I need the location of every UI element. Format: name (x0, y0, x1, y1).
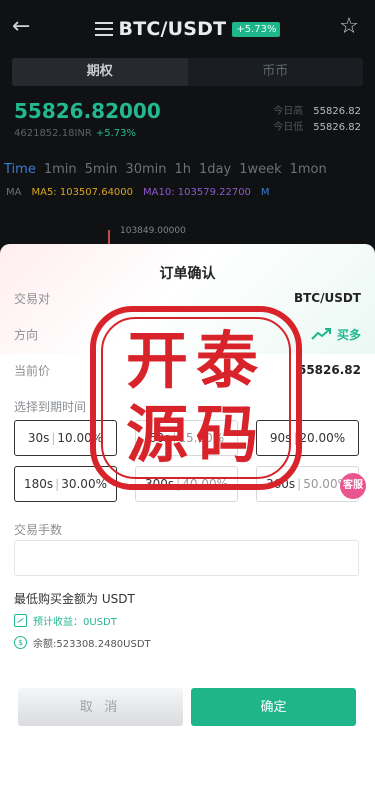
quantity-input[interactable] (14, 540, 359, 576)
option-separator: | (297, 477, 302, 491)
star-outline-icon[interactable]: ☆ (337, 15, 361, 39)
option-rate: 30.00% (61, 477, 107, 491)
expiry-label: 选择到期时间 (14, 400, 87, 414)
price-label: 当前价 (14, 363, 51, 378)
timeframe-1min[interactable]: 1min (44, 162, 77, 177)
estimated-profit-text: 预计收益：0USDT (33, 617, 117, 628)
timeframe-bar: Time 1min 5min 30min 1h 1day 1week 1mon (4, 162, 327, 177)
confirm-button[interactable]: 确定 (191, 688, 356, 726)
ma10-value: MA10: 103579.22700 (143, 187, 251, 198)
estimated-profit: 预计收益：0USDT (14, 613, 117, 628)
indicator-bar: MA MA5: 103507.64000 MA10: 103579.22700 … (6, 187, 270, 198)
ma5-value: MA5: 103507.64000 (31, 187, 134, 198)
direction-text: 买多 (336, 327, 361, 342)
coin-icon: $ (14, 636, 27, 649)
low-label: 今日低 (273, 122, 304, 133)
list-icon (94, 22, 113, 36)
quantity-label: 交易手数 (14, 523, 63, 537)
pair-value: BTC/USDT (293, 291, 361, 305)
tab-spot[interactable]: 币币 (188, 58, 364, 86)
option-rate: 20.00% (299, 431, 346, 445)
stamp-line-2: 源码 (125, 398, 266, 471)
balance-text: 余额:523308.2480USDT (33, 639, 151, 650)
cancel-button[interactable]: 取 消 (18, 688, 183, 726)
top-bar: ← BTC/USDT +5.73% ☆ (0, 0, 375, 58)
price-sub: 4621852.18INR +5.73% (14, 128, 136, 139)
stamp-line-1: 开泰 (125, 324, 266, 397)
chart-peak-label: 103849.00000 (120, 226, 186, 236)
balance: $ 余额:523308.2480USDT (14, 635, 151, 650)
ma-label: MA (6, 187, 22, 198)
timeframe-1h[interactable]: 1h (174, 162, 191, 177)
last-price: 55826.82000 (14, 99, 161, 123)
timeframe-30min[interactable]: 30min (125, 162, 166, 177)
tab-options[interactable]: 期权 (12, 58, 188, 86)
timeframe-1day[interactable]: 1day (199, 162, 231, 177)
support-float-button[interactable]: 客服 (340, 473, 366, 499)
m-indicator: M (260, 187, 270, 198)
change-badge: +5.73% (232, 21, 281, 37)
option-separator: | (55, 477, 60, 491)
timeframe-1mon[interactable]: 1mon (290, 162, 327, 177)
pair-label: 交易对 (14, 291, 51, 306)
option-seconds: 30s (27, 431, 50, 445)
fiat-value: 4621852.18INR (14, 128, 92, 139)
option-separator: | (51, 431, 56, 445)
sheet-title: 订单确认 (159, 266, 216, 282)
min-purchase-text: 最低购买金额为 USDT (14, 592, 135, 606)
high-value: 55826.82 (313, 106, 361, 117)
direction-label: 方向 (14, 327, 39, 342)
sub-change: +5.73% (95, 128, 136, 139)
timeframe-time[interactable]: Time (4, 162, 36, 177)
timeframe-5min[interactable]: 5min (85, 162, 118, 177)
watermark-stamp: 开泰 源码 (90, 306, 302, 490)
direction-value: 买多 (311, 326, 361, 343)
pair-row: 交易对 BTC/USDT (14, 289, 361, 307)
arrow-left-icon[interactable]: ← (12, 15, 36, 39)
price-value: 55826.82 (297, 363, 361, 377)
pair-title: BTC/USDT (118, 18, 227, 40)
option-seconds: 180s (24, 477, 54, 491)
timeframe-1week[interactable]: 1week (239, 162, 281, 177)
high-label: 今日高 (273, 106, 304, 117)
low-value: 55826.82 (313, 122, 361, 133)
high-low-panel: 今日高 55826.82 今日低 55826.82 (273, 104, 361, 136)
mode-tabs: 期权 币币 (12, 58, 363, 86)
profit-chart-icon (14, 614, 27, 627)
pair-selector[interactable]: BTC/USDT +5.73% (94, 18, 281, 40)
trend-up-icon (311, 328, 331, 340)
